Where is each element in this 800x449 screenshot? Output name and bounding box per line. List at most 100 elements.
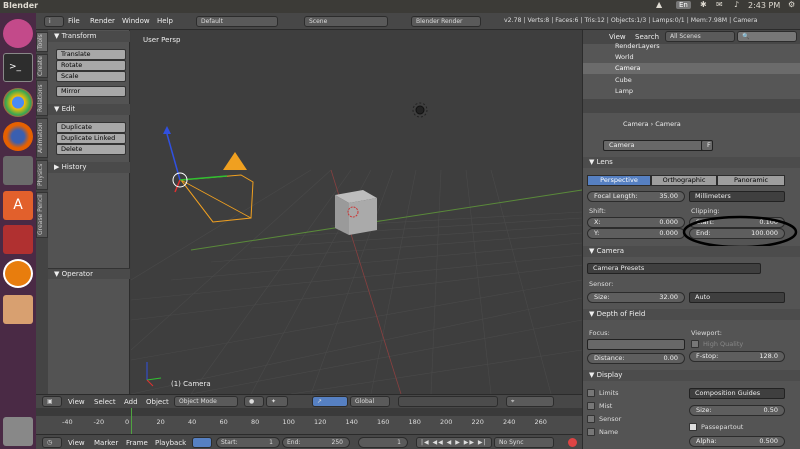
passepartout-alpha-field[interactable]: Alpha: 0.500 (689, 436, 785, 447)
tab-create[interactable]: Create (36, 54, 48, 78)
focus-object-field[interactable] (587, 339, 685, 350)
focal-length-field[interactable]: Focal Length: 35.00 (587, 191, 685, 202)
composition-guides-select[interactable]: Composition Guides (689, 388, 785, 399)
timeline-menu-view[interactable]: View (68, 439, 85, 447)
timeline-editor-type-icon[interactable]: ◷ (42, 437, 62, 448)
tab-relations[interactable]: Relations (36, 80, 48, 116)
transform-panel-header[interactable]: ▼ Transform (48, 31, 130, 42)
snap-controls[interactable]: ⌖ (506, 396, 554, 407)
camera-datablock-field[interactable]: Camera (603, 140, 711, 151)
tab-grease-pencil[interactable]: Grease Pencil (36, 192, 48, 238)
limits-checkbox[interactable] (587, 389, 595, 397)
lens-panel-header[interactable]: ▼ Lens (583, 157, 800, 168)
edit-panel-header[interactable]: ▼ Edit (48, 104, 130, 115)
viewport-canvas[interactable] (131, 30, 582, 394)
lamp-object[interactable] (412, 102, 428, 118)
outliner-menu-search[interactable]: Search (635, 33, 659, 41)
outliner-filter-select[interactable]: All Scenes (665, 31, 735, 42)
tab-physics[interactable]: Physics (36, 160, 48, 190)
clock[interactable]: 2:43 PM (748, 1, 780, 10)
camera-presets-select[interactable]: Camera Presets (587, 263, 761, 274)
viewport-menu-select[interactable]: Select (94, 398, 116, 406)
end-frame-field[interactable]: End: 250 (282, 437, 350, 448)
wifi-icon[interactable]: ▲ (656, 0, 662, 9)
camera-object[interactable] (180, 152, 254, 223)
sensor-checkbox[interactable] (587, 415, 595, 423)
duplicate-linked-button[interactable]: Duplicate Linked (56, 133, 126, 144)
translate-button[interactable]: Translate (56, 49, 126, 60)
shading-select[interactable]: ● (244, 396, 264, 407)
lens-type-perspective[interactable]: Perspective (587, 175, 651, 186)
outliner-row-camera[interactable]: Camera (583, 63, 800, 74)
delete-button[interactable]: Delete (56, 144, 126, 155)
render-engine-select[interactable]: Blender Render (411, 16, 481, 27)
menu-window[interactable]: Window (122, 17, 150, 25)
camera-panel-header[interactable]: ▼ Camera (583, 246, 800, 257)
dof-panel-header[interactable]: ▼ Depth of Field (583, 309, 800, 320)
lens-unit-select[interactable]: Millimeters (689, 191, 785, 202)
shift-y-field[interactable]: Y: 0.000 (587, 228, 685, 239)
mail-icon[interactable]: ✉ (716, 0, 723, 9)
sensor-size-field[interactable]: Size: 32.00 (587, 292, 685, 303)
current-frame-field[interactable]: 1 (358, 437, 408, 448)
3d-viewport[interactable]: User Persp (1) Camera (131, 30, 582, 394)
keyboard-lang-indicator[interactable]: En (676, 1, 691, 9)
tab-tools[interactable]: Tools (36, 32, 48, 52)
viewport-editor-type-icon[interactable]: ▣ (42, 396, 62, 407)
files-icon[interactable] (3, 295, 33, 324)
cube-object[interactable] (335, 190, 377, 235)
terminal-icon[interactable]: >_ (3, 53, 33, 82)
playback-controls[interactable]: |◀ ◀◀ ◀ ▶ ▶▶ ▶| (416, 437, 492, 448)
viewport-menu-object[interactable]: Object (146, 398, 169, 406)
outliner-item-renderlayers[interactable]: RenderLayers (615, 42, 660, 50)
blender-icon[interactable] (3, 259, 33, 288)
bluetooth-icon[interactable]: ✱ (700, 0, 707, 9)
shift-x-field[interactable]: X: 0.000 (587, 217, 685, 228)
orientation-select[interactable]: Global (350, 396, 390, 407)
viewport-menu-view[interactable]: View (68, 398, 85, 406)
fake-user-toggle[interactable]: F (701, 140, 713, 151)
manipulator-toggles[interactable]: ↗ (312, 396, 348, 407)
lens-type-panoramic[interactable]: Panoramic (717, 175, 785, 186)
outliner-search-input[interactable]: 🔍 (737, 31, 797, 42)
fstop-field[interactable]: F-stop: 128.0 (689, 351, 785, 362)
sensor-fit-select[interactable]: Auto (689, 292, 785, 303)
editor-type-icon[interactable]: i (44, 16, 64, 27)
firefox-icon[interactable] (3, 122, 33, 151)
chrome-icon[interactable] (3, 88, 33, 117)
layer-buttons[interactable] (398, 396, 498, 407)
name-checkbox[interactable] (587, 428, 595, 436)
menu-render[interactable]: Render (90, 17, 115, 25)
display-size-field[interactable]: Size: 0.50 (689, 405, 785, 416)
rotate-button[interactable]: Rotate (56, 60, 126, 71)
outliner-item-cube[interactable]: Cube (615, 76, 632, 84)
timeline-ruler[interactable]: -40 -20 0 20 40 60 80 100 120 140 160 180 200 220 240 2… (36, 408, 582, 434)
pivot-select[interactable]: ✦ (266, 396, 288, 407)
volume-icon[interactable]: ♪ (734, 0, 739, 9)
scale-button[interactable]: Scale (56, 71, 126, 82)
display-panel-header[interactable]: ▼ Display (583, 370, 800, 381)
properties-context-tabs[interactable] (583, 99, 800, 113)
duplicate-button[interactable]: Duplicate (56, 122, 126, 133)
dash-icon[interactable] (3, 19, 33, 48)
history-panel-header[interactable]: ▶ History (48, 162, 130, 173)
menu-file[interactable]: File (68, 17, 80, 25)
software-center-icon[interactable]: A (3, 191, 33, 220)
mirror-button[interactable]: Mirror (56, 86, 126, 97)
mode-select[interactable]: Object Mode (174, 396, 238, 407)
sync-select[interactable]: No Sync (494, 437, 554, 448)
timeline-menu-playback[interactable]: Playback (155, 439, 186, 447)
tab-animation[interactable]: Animation (36, 118, 48, 158)
high-quality-checkbox[interactable] (691, 340, 699, 348)
gimp-icon[interactable] (3, 156, 33, 185)
trash-icon[interactable] (3, 417, 33, 446)
current-frame-marker[interactable] (131, 408, 132, 434)
lens-type-orthographic[interactable]: Orthographic (651, 175, 717, 186)
transform-manipulator[interactable] (163, 126, 228, 193)
preview-range-toggle[interactable] (192, 437, 212, 448)
record-icon[interactable] (568, 438, 577, 447)
menu-help[interactable]: Help (157, 17, 173, 25)
power-icon[interactable]: ⚙ (788, 0, 795, 9)
scene-select[interactable]: Scene (304, 16, 388, 27)
viewport-menu-add[interactable]: Add (124, 398, 138, 406)
